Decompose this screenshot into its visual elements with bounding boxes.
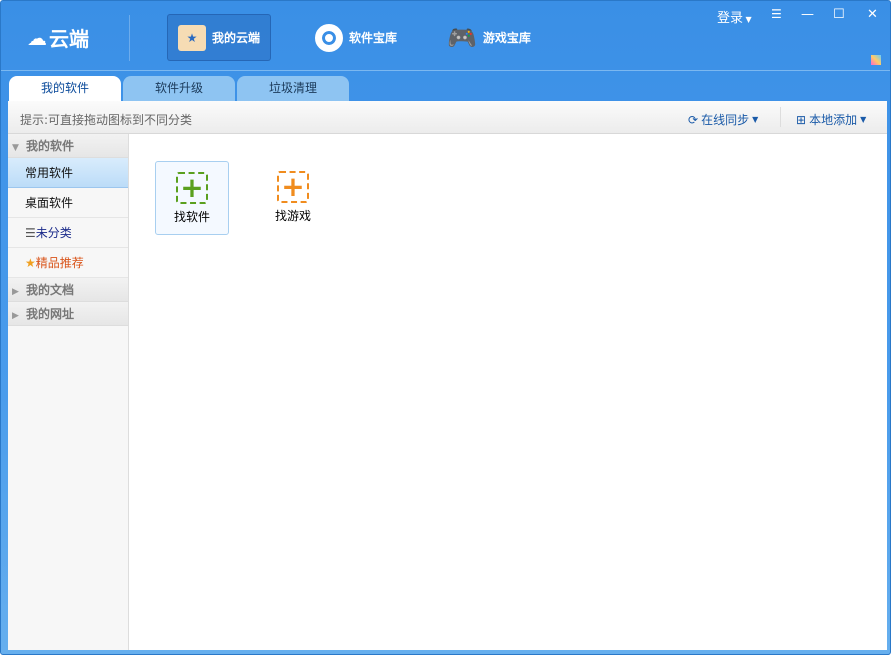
local-add-button[interactable]: ⊞ 本地添加 ▼ [796, 111, 866, 128]
sidebar-item-common[interactable]: 常用软件 [8, 158, 128, 188]
box-icon: ★ [178, 24, 206, 51]
chevron-down-icon: ▼ [12, 143, 19, 153]
login-button[interactable]: 登录 ▼ [717, 7, 752, 26]
caret-down-icon: ▼ [860, 115, 867, 124]
sidebar-group-my-docs[interactable]: ▶ 我的文档 [8, 278, 128, 302]
hint-text: 提示:可直接拖动图标到不同分类 [20, 113, 193, 127]
maximize-icon[interactable]: ☐ [833, 7, 845, 22]
sidebar-item-desktop[interactable]: 桌面软件 [8, 188, 128, 218]
caret-down-icon: ▼ [743, 15, 752, 24]
sidebar: ▼ 我的软件 常用软件 桌面软件 ☰未分类 ★精品推荐 ▶ 我的文档 ▶ 我的网址 [8, 134, 129, 650]
close-icon[interactable]: ✕ [867, 7, 878, 22]
menu-icon[interactable]: ☰ [771, 7, 782, 21]
disc-icon [315, 23, 343, 52]
sidebar-group-my-software[interactable]: ▼ 我的软件 [8, 134, 128, 158]
cloud-icon: ☁ [27, 25, 47, 50]
sync-icon: ⟳ [688, 112, 699, 127]
online-sync-button[interactable]: ⟳ 在线同步 ▼ [688, 111, 758, 128]
star-icon: ★ [25, 256, 36, 270]
gamepad-icon: 🎮 [447, 23, 477, 52]
sidebar-item-recommended[interactable]: ★精品推荐 [8, 248, 128, 278]
tab-bar: 我的软件 软件升级 垃圾清理 [9, 76, 351, 101]
plus-icon: + [277, 171, 309, 203]
list-icon: ☰ [25, 226, 36, 240]
nav-my-cloud[interactable]: ★ 我的云端 [167, 14, 272, 61]
sidebar-group-my-urls[interactable]: ▶ 我的网址 [8, 302, 128, 326]
divider [780, 107, 781, 127]
find-game-tile[interactable]: + 找游戏 [256, 161, 330, 235]
logo: ☁ 云端 [27, 25, 89, 52]
add-file-icon: ⊞ [796, 112, 807, 127]
tab-software-upgrade[interactable]: 软件升级 [123, 76, 235, 101]
plus-icon: + [176, 172, 208, 204]
nav-software-library[interactable]: 软件宝库 [305, 14, 407, 61]
nav-game-library[interactable]: 🎮 游戏宝库 [437, 14, 541, 61]
divider [129, 15, 130, 61]
toolbar: 提示:可直接拖动图标到不同分类 ⟳ 在线同步 ▼ ⊞ 本地添加 ▼ [8, 101, 887, 134]
app-window: ☁ 云端 ★ 我的云端 软件宝库 🎮 游戏宝库 登录 ▼ ☰ — ☐ ✕ 我的软件 软… [0, 0, 891, 655]
find-software-tile[interactable]: + 找软件 [155, 161, 229, 235]
tab-my-software[interactable]: 我的软件 [9, 76, 121, 101]
main-area: ▼ 我的软件 常用软件 桌面软件 ☰未分类 ★精品推荐 ▶ 我的文档 ▶ 我的网址 +… [8, 134, 887, 650]
sidebar-item-uncategorized[interactable]: ☰未分类 [8, 218, 128, 248]
chevron-right-icon: ▶ [12, 287, 19, 297]
tab-junk-cleanup[interactable]: 垃圾清理 [237, 76, 349, 101]
chevron-right-icon: ▶ [12, 311, 19, 321]
header: ☁ 云端 ★ 我的云端 软件宝库 🎮 游戏宝库 登录 ▼ ☰ — ☐ ✕ [1, 1, 890, 71]
minimize-icon[interactable]: — [801, 7, 814, 22]
skin-icon[interactable] [871, 55, 881, 65]
caret-down-icon: ▼ [752, 115, 759, 124]
